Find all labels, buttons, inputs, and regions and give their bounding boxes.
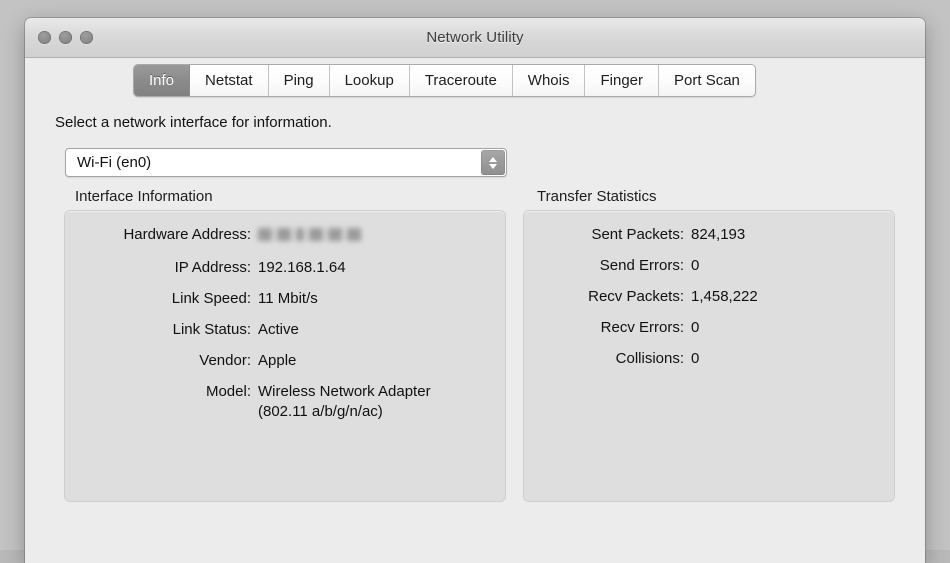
recv-packets-value: 1,458,222 (691, 287, 881, 307)
send-errors-value: 0 (691, 256, 881, 276)
sent-packets-label: Sent Packets: (524, 225, 691, 245)
table-row: Model: Wireless Network Adapter (802.11 … (65, 382, 505, 422)
recv-errors-label: Recv Errors: (524, 318, 691, 338)
interface-information-header: Interface Information (75, 188, 213, 205)
table-row: Send Errors: 0 (524, 256, 894, 276)
chevron-down-icon (489, 164, 497, 169)
table-row: Hardware Address: (65, 225, 505, 247)
network-interface-select[interactable]: Wi-Fi (en0) (65, 148, 507, 177)
table-row: Recv Errors: 0 (524, 318, 894, 338)
tab-strip-area: Info Netstat Ping Lookup Traceroute Whoi… (25, 58, 925, 100)
vendor-label: Vendor: (65, 351, 258, 371)
table-row: Collisions: 0 (524, 349, 894, 369)
info-tab-content: Select a network interface for informati… (25, 100, 925, 563)
collisions-label: Collisions: (524, 349, 691, 369)
sent-packets-value: 824,193 (691, 225, 881, 245)
table-row: IP Address: 192.168.1.64 (65, 258, 505, 278)
interface-information-panel: Hardware Address: IP Address: 192.168.1.… (64, 210, 506, 502)
tab-finger[interactable]: Finger (585, 65, 659, 96)
tab-info[interactable]: Info (134, 65, 190, 96)
redacted-mac-address (258, 228, 420, 241)
tab-netstat[interactable]: Netstat (190, 65, 269, 96)
model-value: Wireless Network Adapter (802.11 a/b/g/n… (258, 382, 476, 422)
link-speed-label: Link Speed: (65, 289, 258, 309)
table-row: Vendor: Apple (65, 351, 505, 371)
link-speed-value: 11 Mbit/s (258, 289, 476, 309)
window-title: Network Utility (25, 29, 925, 46)
link-status-value: Active (258, 320, 476, 340)
interface-information-rows: Hardware Address: IP Address: 192.168.1.… (65, 225, 505, 433)
table-row: Link Speed: 11 Mbit/s (65, 289, 505, 309)
ip-address-value: 192.168.1.64 (258, 258, 476, 278)
tab-traceroute[interactable]: Traceroute (410, 65, 513, 96)
table-row: Recv Packets: 1,458,222 (524, 287, 894, 307)
network-interface-select-value: Wi-Fi (en0) (66, 154, 481, 171)
chevron-up-down-icon[interactable] (481, 150, 505, 175)
ip-address-label: IP Address: (65, 258, 258, 278)
recv-packets-label: Recv Packets: (524, 287, 691, 307)
hardware-address-label: Hardware Address: (65, 225, 258, 245)
vendor-value: Apple (258, 351, 476, 371)
table-row: Sent Packets: 824,193 (524, 225, 894, 245)
tab-bar: Info Netstat Ping Lookup Traceroute Whoi… (133, 64, 756, 97)
transfer-statistics-rows: Sent Packets: 824,193 Send Errors: 0 Rec… (524, 225, 894, 380)
model-label: Model: (65, 382, 258, 402)
desktop-background: Network Utility Info Netstat Ping Lookup… (0, 0, 950, 550)
network-utility-window: Network Utility Info Netstat Ping Lookup… (25, 18, 925, 563)
transfer-statistics-header: Transfer Statistics (537, 188, 656, 205)
instruction-text: Select a network interface for informati… (55, 114, 332, 131)
send-errors-label: Send Errors: (524, 256, 691, 276)
transfer-statistics-panel: Sent Packets: 824,193 Send Errors: 0 Rec… (523, 210, 895, 502)
link-status-label: Link Status: (65, 320, 258, 340)
tab-port-scan[interactable]: Port Scan (659, 65, 755, 96)
chevron-up-icon (489, 157, 497, 162)
collisions-value: 0 (691, 349, 881, 369)
table-row: Link Status: Active (65, 320, 505, 340)
tab-ping[interactable]: Ping (269, 65, 330, 96)
recv-errors-value: 0 (691, 318, 881, 338)
window-titlebar[interactable]: Network Utility (25, 18, 925, 58)
hardware-address-value (258, 225, 476, 247)
tab-whois[interactable]: Whois (513, 65, 586, 96)
tab-lookup[interactable]: Lookup (330, 65, 410, 96)
